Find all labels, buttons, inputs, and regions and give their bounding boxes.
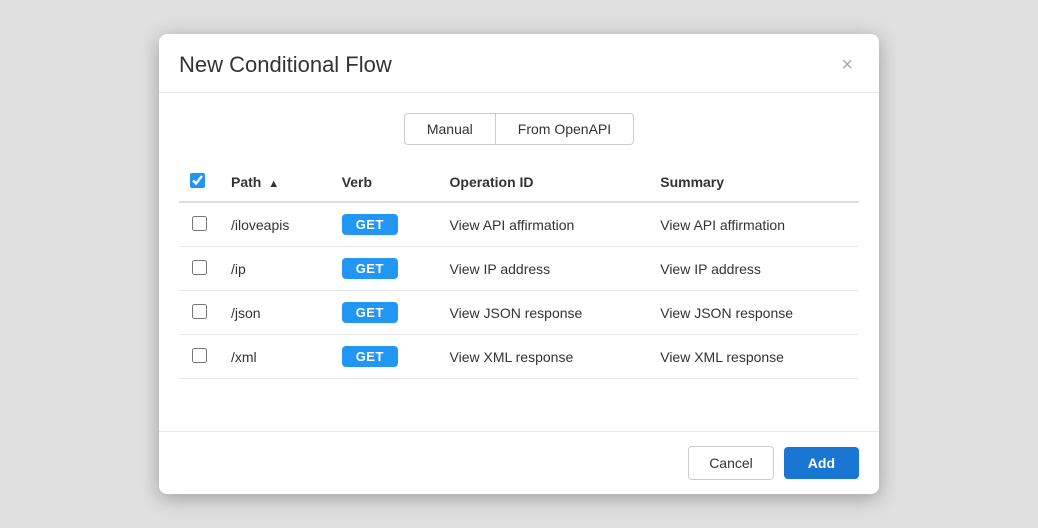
modal-footer: Cancel Add [159,431,879,494]
row-checkbox-cell[interactable] [179,291,219,335]
table-body: /iloveapis GET View API affirmation View… [179,202,859,379]
modal-header: New Conditional Flow × [159,34,879,93]
row-checkbox-cell[interactable] [179,202,219,247]
row-path: /iloveapis [219,202,330,247]
column-verb: Verb [330,163,438,202]
row-operation-id: View JSON response [438,291,649,335]
table-row: /json GET View JSON response View JSON r… [179,291,859,335]
modal-overlay: New Conditional Flow × Manual From OpenA… [0,0,1038,528]
modal-body: Manual From OpenAPI Path ▲ V [159,93,879,421]
row-checkbox[interactable] [192,260,207,275]
row-checkbox-cell[interactable] [179,335,219,379]
header-checkbox-cell[interactable] [179,163,219,202]
verb-badge: GET [342,346,398,367]
tab-from-openapi[interactable]: From OpenAPI [495,113,634,145]
row-verb: GET [330,335,438,379]
modal-dialog: New Conditional Flow × Manual From OpenA… [159,34,879,494]
row-operation-id: View IP address [438,247,649,291]
verb-badge: GET [342,214,398,235]
column-operation-id: Operation ID [438,163,649,202]
row-checkbox-cell[interactable] [179,247,219,291]
column-path[interactable]: Path ▲ [219,163,330,202]
row-checkbox[interactable] [192,304,207,319]
row-operation-id: View XML response [438,335,649,379]
row-verb: GET [330,202,438,247]
row-path: /json [219,291,330,335]
sort-arrow-path: ▲ [268,178,279,190]
add-button[interactable]: Add [784,447,859,479]
row-operation-id: View API affirmation [438,202,649,247]
column-summary: Summary [648,163,859,202]
close-button[interactable]: × [835,53,859,77]
row-checkbox[interactable] [192,216,207,231]
table-row: /xml GET View XML response View XML resp… [179,335,859,379]
cancel-button[interactable]: Cancel [688,446,774,480]
table-row: /iloveapis GET View API affirmation View… [179,202,859,247]
row-verb: GET [330,291,438,335]
verb-badge: GET [342,258,398,279]
modal-title: New Conditional Flow [179,52,392,78]
select-all-checkbox[interactable] [190,173,205,188]
tab-group: Manual From OpenAPI [179,113,859,145]
row-checkbox[interactable] [192,348,207,363]
tab-manual[interactable]: Manual [404,113,495,145]
row-verb: GET [330,247,438,291]
row-path: /ip [219,247,330,291]
row-summary: View XML response [648,335,859,379]
row-summary: View IP address [648,247,859,291]
api-table: Path ▲ Verb Operation ID Summary [179,163,859,379]
verb-badge: GET [342,302,398,323]
table-row: /ip GET View IP address View IP address [179,247,859,291]
row-summary: View API affirmation [648,202,859,247]
row-path: /xml [219,335,330,379]
table-header-row: Path ▲ Verb Operation ID Summary [179,163,859,202]
row-summary: View JSON response [648,291,859,335]
